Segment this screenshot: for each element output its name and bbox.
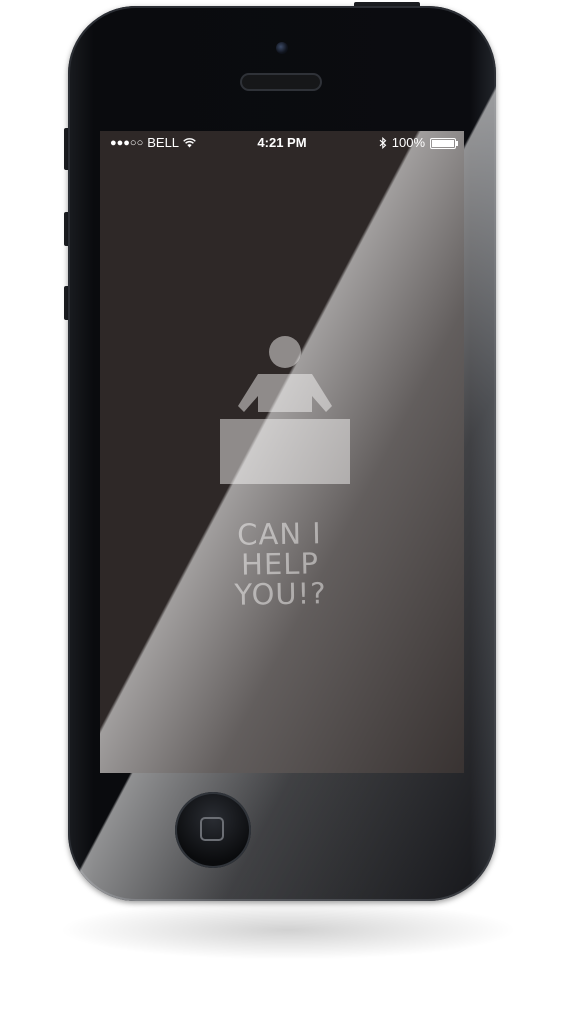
tagline-line-2: HELP [240, 546, 320, 582]
tagline: CAN I HELP YOU!? [179, 516, 381, 612]
status-right: 100% [379, 131, 458, 155]
status-bar: ●●●○○ BELL 4:21 PM 100% [100, 131, 464, 155]
tagline-line-1: CAN I [236, 516, 323, 552]
battery-percent: 100% [391, 135, 425, 150]
home-button-icon [200, 817, 224, 841]
bluetooth-icon [379, 137, 387, 149]
speaker-icon [242, 75, 320, 89]
home-button[interactable] [175, 792, 251, 868]
help-desk-icon [220, 336, 350, 484]
battery-fill [432, 139, 454, 147]
device-shadow [58, 900, 518, 960]
camera-icon [276, 42, 288, 54]
tagline-line-3: YOU!? [234, 576, 327, 612]
battery-icon [430, 137, 458, 149]
phone-screen[interactable]: ●●●○○ BELL 4:21 PM 100% CAN I HELP YOU!? [100, 131, 464, 773]
